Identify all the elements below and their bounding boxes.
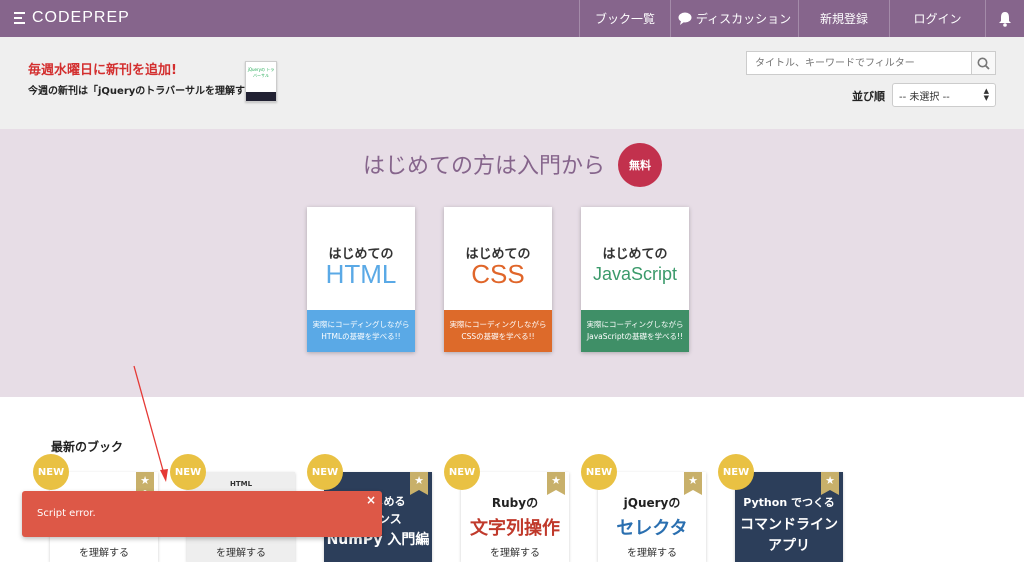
toast-message: Script error. <box>37 508 96 519</box>
course-lang: HTML <box>325 259 397 289</box>
course-card-css[interactable]: はじめての CSS 実際にコーディングしながら CSSの基礎を学べる!! <box>444 207 552 352</box>
promo-subtitle: 今週の新刊は「jQueryのトラバーサルを理解する」 <box>28 86 265 97</box>
search-button[interactable] <box>971 51 996 75</box>
bookmark-star-icon[interactable]: ★ <box>821 472 839 495</box>
new-badge: NEW <box>718 454 754 490</box>
bookmark-star-icon[interactable]: ★ <box>684 472 702 495</box>
nav-book-list[interactable]: ブック一覧 <box>579 0 670 37</box>
chat-icon <box>678 12 692 25</box>
intro-title: はじめての方は入門から <box>363 154 606 179</box>
main-nav: ブック一覧 ディスカッション 新規登録 ログイン <box>579 0 1024 37</box>
book-line3: を理解する <box>490 548 540 559</box>
promo-book-title: jQueryの トラバーサル <box>247 67 275 78</box>
book-line1: jQueryの <box>623 496 681 510</box>
new-badge: NEW <box>33 454 69 490</box>
promo-book-bar <box>246 92 276 101</box>
nav-label: 新規登録 <box>819 12 868 26</box>
book-line3: を理解する <box>79 548 129 559</box>
bell-icon <box>999 11 1011 27</box>
logo-text: CODEPREP <box>32 9 130 26</box>
course-desc: HTMLの基礎を学べる!! <box>321 332 401 341</box>
sort-select[interactable]: -- 未選択 -- ▲ ▼ <box>892 83 996 107</box>
course-card-html[interactable]: はじめての HTML 実際にコーディングしながら HTMLの基礎を学べる!! <box>307 207 415 352</box>
course-lang: JavaScript <box>592 264 678 284</box>
book-line2: セレクタ <box>616 518 688 539</box>
latest-title: 最新のブック <box>51 440 124 454</box>
new-badge: NEW <box>581 454 617 490</box>
free-badge: 無料 <box>618 143 662 187</box>
course-band: 実際にコーディングしながら HTMLの基礎を学べる!! <box>307 310 415 352</box>
error-toast: Script error. × <box>22 491 382 537</box>
notification-button[interactable] <box>985 0 1024 37</box>
book-line3: を理解する <box>627 548 677 559</box>
book-line1: Python でつくる <box>743 496 835 509</box>
logo[interactable]: CODEPREP <box>14 9 130 27</box>
course-desc: 実際にコーディングしながら <box>449 320 547 329</box>
course-prefix: はじめての <box>602 247 668 262</box>
sort-selected-value: -- 未選択 -- <box>899 91 950 103</box>
search-icon <box>977 57 990 70</box>
promo-book-cover[interactable]: jQueryの トラバーサル <box>245 61 277 102</box>
nav-login[interactable]: ログイン <box>889 0 985 37</box>
course-desc: 実際にコーディングしながら <box>586 320 684 329</box>
close-icon[interactable]: × <box>366 493 376 507</box>
book-line2: コマンドライン <box>740 517 838 533</box>
bookmark-star-icon[interactable]: ★ <box>547 472 565 495</box>
course-desc: 実際にコーディングしながら <box>312 320 410 329</box>
nav-label: ブック一覧 <box>594 12 655 26</box>
book-card[interactable]: Rubyの 文字列操作 を理解する ★ <box>461 472 569 562</box>
course-card-javascript[interactable]: はじめての JavaScript 実際にコーディングしながら JavaScrip… <box>581 207 689 352</box>
book-line1: Rubyの <box>491 496 539 510</box>
intro-section: はじめての方は入門から 無料 はじめての HTML 実際にコーディングしながら … <box>0 129 1024 397</box>
new-badge: NEW <box>170 454 206 490</box>
book-line3: アプリ <box>768 538 810 554</box>
promo-title: 毎週水曜日に新刊を追加! <box>28 63 177 78</box>
nav-signup[interactable]: 新規登録 <box>798 0 889 37</box>
book-line2: 文字列操作 <box>470 518 560 539</box>
nav-discussion[interactable]: ディスカッション <box>670 0 798 37</box>
course-desc: JavaScriptの基礎を学べる!! <box>586 332 684 341</box>
book-line3: を理解する <box>216 548 266 559</box>
new-badge: NEW <box>307 454 343 490</box>
new-badge: NEW <box>444 454 480 490</box>
nav-label: ログイン <box>913 12 962 26</box>
course-band: 実際にコーディングしながら JavaScriptの基礎を学べる!! <box>581 310 689 352</box>
book-card[interactable]: Python でつくる コマンドライン アプリ ★ <box>735 472 843 562</box>
book-card[interactable]: jQueryの セレクタ を理解する ★ <box>598 472 706 562</box>
logo-icon <box>14 12 25 24</box>
course-desc: CSSの基礎を学べる!! <box>461 332 535 341</box>
bookmark-star-icon[interactable]: ★ <box>410 472 428 495</box>
top-nav-bar: CODEPREP ブック一覧 ディスカッション 新規登録 ログイン <box>0 0 1024 37</box>
updown-arrow-icon: ▲ ▼ <box>983 87 989 102</box>
course-band: 実際にコーディングしながら CSSの基礎を学べる!! <box>444 310 552 352</box>
nav-label: ディスカッション <box>695 12 792 26</box>
search-input[interactable] <box>746 51 971 75</box>
course-lang: CSS <box>471 259 525 289</box>
sort-label: 並び順 <box>852 90 885 103</box>
